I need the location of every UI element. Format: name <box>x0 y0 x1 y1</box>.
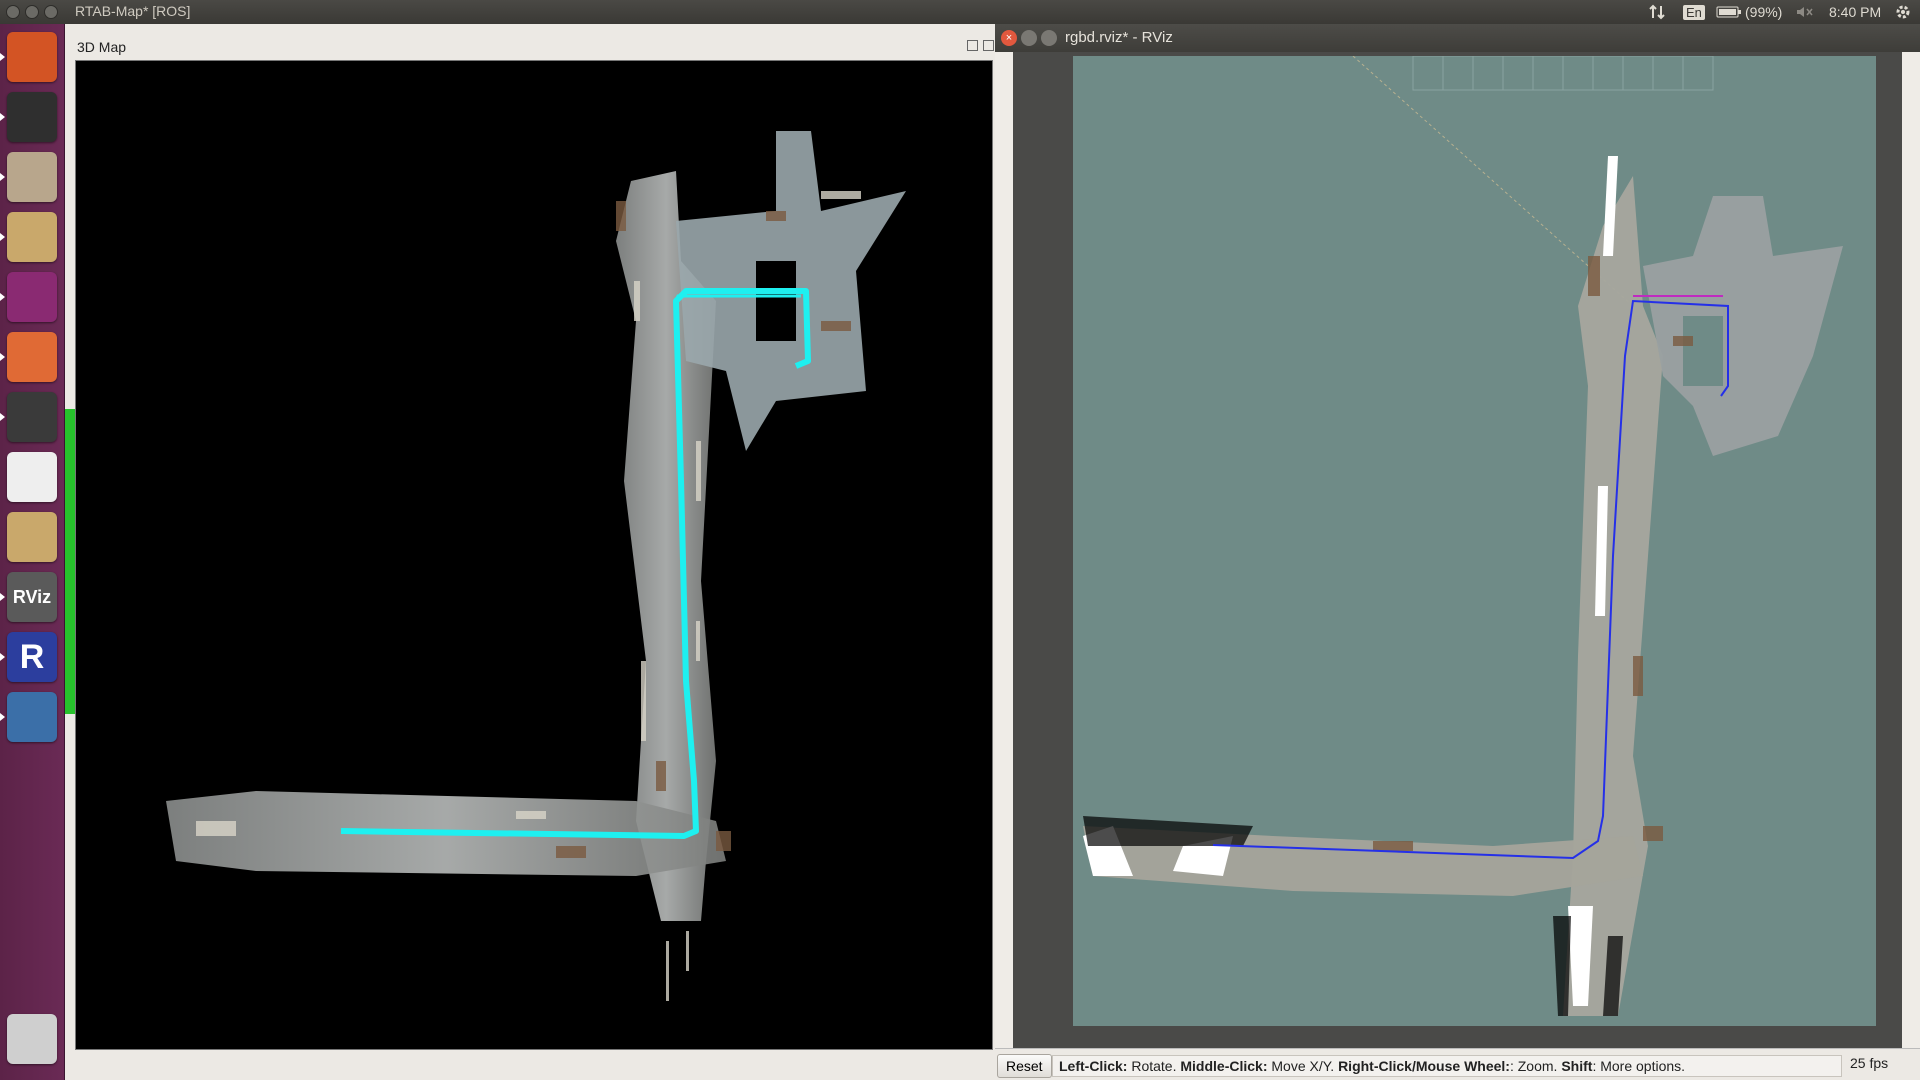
minimize-icon[interactable] <box>1021 30 1037 46</box>
close-icon[interactable]: × <box>1001 30 1017 46</box>
dock-float-icon[interactable] <box>967 40 978 51</box>
battery-percent: (99%) <box>1745 4 1783 20</box>
running-indicator <box>0 653 5 661</box>
image-viewer-icon[interactable] <box>0 692 57 742</box>
keyboard-icon[interactable]: En <box>1683 2 1705 22</box>
r-app-icon[interactable]: R <box>0 632 57 682</box>
battery-indicator[interactable]: (99%) <box>1716 2 1782 22</box>
3d-map-view[interactable] <box>75 60 993 1050</box>
hint-shift-label: Shift <box>1561 1058 1593 1074</box>
rviz-window: × rgbd.rviz* - RViz Reset Left-Click: Ro… <box>995 24 1920 1080</box>
dock-close-icon[interactable] <box>983 40 994 51</box>
running-indicator <box>0 353 5 361</box>
trash-icon[interactable] <box>7 1014 57 1064</box>
grid-cells <box>1412 55 1714 91</box>
rviz-label: RViz <box>12 586 52 607</box>
clock[interactable]: 8:40 PM <box>1829 2 1881 22</box>
minimize-window-icon[interactable] <box>25 5 39 19</box>
mouse-hint-text: Left-Click: Rotate. Middle-Click: Move X… <box>1052 1055 1842 1077</box>
fps-counter: 25 fps <box>1850 1055 1889 1071</box>
right-panel-collapse-handle[interactable] <box>1902 52 1920 1072</box>
sublime-text-icon[interactable] <box>0 392 57 442</box>
running-indicator <box>0 233 5 241</box>
hint-left-click-text: Rotate. <box>1127 1058 1181 1074</box>
running-indicator <box>0 53 5 61</box>
rviz-title: rgbd.rviz* - RViz <box>1065 29 1173 46</box>
hint-shift-text: : More options. <box>1592 1058 1686 1074</box>
chrome-icon[interactable] <box>7 452 57 502</box>
battery-icon <box>1716 6 1741 18</box>
launcher: RViz R <box>0 24 65 1080</box>
rviz-icon[interactable]: RViz <box>0 572 57 622</box>
dock-header-3d-map: 3D Map <box>65 34 995 60</box>
hint-middle-click-label: Middle-Click: <box>1180 1058 1268 1074</box>
volume-muted-icon[interactable] <box>1795 2 1813 22</box>
network-icon[interactable] <box>1648 2 1666 22</box>
hint-right-click-label: Right-Click/Mouse Wheel: <box>1338 1058 1510 1074</box>
archive-globe-icon[interactable] <box>7 512 57 562</box>
rtabmap-window: 3D Map <box>65 24 995 1080</box>
maximize-icon[interactable] <box>1041 30 1057 46</box>
left-panel-collapse-handle[interactable] <box>995 52 1013 1072</box>
terminal-icon[interactable] <box>0 92 57 142</box>
window-controls <box>6 5 58 19</box>
top-panel: RTAB-Map* [ROS] En (99%) 8:40 PM <box>0 0 1920 24</box>
maximize-window-icon[interactable] <box>44 5 58 19</box>
rviz-status-bar: Reset Left-Click: Rotate. Middle-Click: … <box>995 1048 1920 1080</box>
settings-gear-icon[interactable] <box>1894 2 1912 22</box>
file-manager-icon[interactable] <box>0 332 57 382</box>
map-area <box>1073 55 1876 1026</box>
running-indicator <box>0 593 5 601</box>
point-cloud-render <box>1083 55 1843 1016</box>
hint-middle-click-text: Move X/Y. <box>1267 1058 1339 1074</box>
active-window-title: RTAB-Map* [ROS] <box>75 3 191 19</box>
running-indicator <box>0 293 5 301</box>
running-indicator <box>0 173 5 181</box>
point-cloud-map <box>166 131 906 1001</box>
reset-button[interactable]: Reset <box>997 1054 1052 1078</box>
running-indicator <box>0 413 5 421</box>
running-indicator <box>0 713 5 721</box>
r-app-label: R <box>19 637 45 676</box>
keyboard-layout: En <box>1683 4 1705 20</box>
running-indicator <box>0 113 5 121</box>
hint-left-click-label: Left-Click: <box>1059 1058 1128 1074</box>
window-app-icon[interactable] <box>0 272 57 322</box>
room-top <box>1643 196 1843 456</box>
close-window-icon[interactable] <box>6 5 20 19</box>
rviz-3d-viewport[interactable] <box>1013 52 1902 1072</box>
file-cabinet-icon[interactable] <box>0 152 57 202</box>
hint-right-click-text: : Zoom. <box>1509 1058 1562 1074</box>
dock-title: 3D Map <box>77 39 127 55</box>
status-bar-green <box>65 409 75 714</box>
rviz-titlebar: × rgbd.rviz* - RViz <box>995 24 1920 52</box>
ubuntu-dash-icon[interactable] <box>0 32 57 82</box>
archive-download-icon[interactable] <box>0 212 57 262</box>
